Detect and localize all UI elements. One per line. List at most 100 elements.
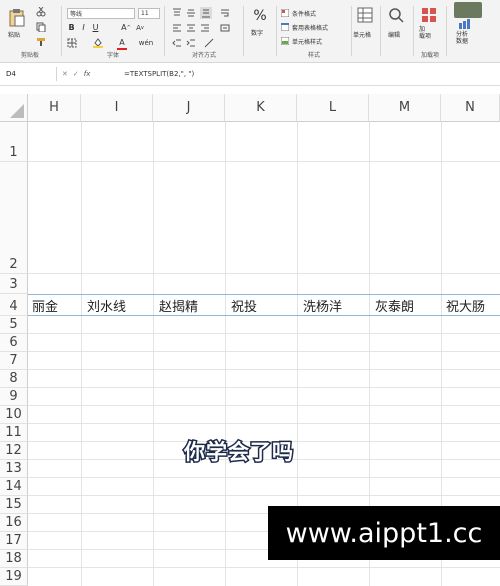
cell-l4[interactable]: 洗杨洋 <box>301 294 342 316</box>
fill-color-icon[interactable] <box>93 38 103 48</box>
row-header-2[interactable]: 2 <box>0 162 28 274</box>
cells-group: 单元格 <box>353 2 379 60</box>
increase-indent-icon[interactable] <box>186 38 196 48</box>
wrap-text-icon[interactable] <box>220 8 230 18</box>
column-header-k[interactable]: K <box>225 94 297 122</box>
underline-button[interactable]: U <box>91 22 100 33</box>
conditional-format-button[interactable]: 条件格式 <box>292 9 316 18</box>
cell-styles-icon[interactable] <box>281 37 289 45</box>
copy-icon[interactable] <box>36 22 46 32</box>
cell-j4[interactable]: 赵揭精 <box>157 294 198 316</box>
row-header-8[interactable]: 8 <box>0 370 28 388</box>
align-center-icon[interactable] <box>186 23 196 33</box>
decrease-font-button[interactable]: Av <box>135 22 145 33</box>
table-format-button[interactable]: 套用表格格式 <box>292 23 328 32</box>
fx-label[interactable]: fx <box>84 70 91 78</box>
font-group: 等线 11 B I U A ^ Av A wén 字体 <box>63 2 163 60</box>
number-format-label[interactable]: 数字 <box>251 28 263 37</box>
row-header-1[interactable]: 1 <box>0 122 28 162</box>
row-header-18[interactable]: 18 <box>0 550 28 568</box>
row-header-17[interactable]: 17 <box>0 532 28 550</box>
align-right-icon[interactable] <box>200 23 210 33</box>
column-header-h[interactable]: H <box>28 94 81 122</box>
editing-label[interactable]: 编辑 <box>388 30 400 39</box>
editing-group: 编辑 <box>382 2 412 60</box>
cells-icon[interactable] <box>357 7 373 23</box>
analysis-group: 分析 数据 <box>448 2 500 60</box>
font-group-label: 字体 <box>106 52 119 59</box>
font-name-select[interactable]: 等线 <box>67 8 135 19</box>
row-header-9[interactable]: 9 <box>0 388 28 406</box>
alignment-group: 对齐方式 <box>166 2 242 60</box>
addins-button-label[interactable]: 加 载项 <box>419 26 431 40</box>
row-header-12[interactable]: 12 <box>0 442 28 460</box>
orientation-icon[interactable] <box>204 38 214 48</box>
column-header-l[interactable]: L <box>297 94 369 122</box>
ribbon-spacer <box>0 86 500 94</box>
paste-icon[interactable] <box>8 8 26 28</box>
avatar-thumbnail <box>454 2 482 18</box>
styles-group: 条件格式 套用表格格式 单元格样式 样式 <box>278 2 350 60</box>
row-header-3[interactable]: 3 <box>0 274 28 294</box>
row-header-15[interactable]: 15 <box>0 496 28 514</box>
ribbon: 粘贴 剪贴板 等线 11 B I U A^ Av A wén 字体 对齐方式 <box>0 0 500 63</box>
row-header-7[interactable]: 7 <box>0 352 28 370</box>
analyze-data-button[interactable]: 分析 数据 <box>456 31 468 45</box>
row-header-4[interactable]: 4 <box>0 294 28 316</box>
formula-input[interactable]: =TEXTSPLIT(B2,", ") <box>124 67 194 81</box>
row-header-5[interactable]: 5 <box>0 316 28 334</box>
alignment-group-label: 对齐方式 <box>191 52 216 59</box>
formula-bar: D4 ✕ ✓ fx =TEXTSPLIT(B2,", ") <box>0 63 500 86</box>
number-group: % 数字 <box>245 2 275 60</box>
row-header-6[interactable]: 6 <box>0 334 28 352</box>
align-middle-icon[interactable] <box>186 8 196 18</box>
column-header-j[interactable]: J <box>153 94 225 122</box>
merge-center-icon[interactable] <box>220 23 230 33</box>
cell-h4[interactable]: 丽金 <box>30 294 58 316</box>
select-all-corner[interactable] <box>0 94 28 122</box>
row-header-14[interactable]: 14 <box>0 478 28 496</box>
formula-bar-controls: ✕ ✓ fx <box>62 67 90 81</box>
cell-n4[interactable]: 祝大肠 <box>444 294 485 316</box>
paste-label: 粘贴 <box>8 32 21 39</box>
name-box[interactable]: D4 <box>3 67 57 81</box>
phonetic-button[interactable]: wén <box>139 37 153 48</box>
addins-group: 加 载项 加载项 <box>415 2 445 60</box>
enter-icon[interactable]: ✓ <box>73 70 79 78</box>
increase-font-button[interactable]: A ^ <box>121 22 131 33</box>
cell-styles-button[interactable]: 单元格样式 <box>292 37 322 46</box>
column-header-n[interactable]: N <box>441 94 500 122</box>
align-bottom-icon[interactable] <box>200 7 212 19</box>
cell-i4[interactable]: 刘水线 <box>85 294 126 316</box>
addins-group-label: 加载项 <box>420 52 439 59</box>
align-left-icon[interactable] <box>172 23 182 33</box>
bold-button[interactable]: B <box>67 22 76 33</box>
cells-label[interactable]: 单元格 <box>353 30 371 39</box>
format-painter-icon[interactable] <box>36 37 46 47</box>
row-header-16[interactable]: 16 <box>0 514 28 532</box>
search-icon[interactable] <box>388 7 404 23</box>
conditional-format-icon[interactable] <box>281 9 289 17</box>
cancel-icon[interactable]: ✕ <box>62 70 68 78</box>
addins-icon[interactable] <box>421 7 437 23</box>
percent-icon[interactable]: % <box>251 8 269 24</box>
cut-icon[interactable] <box>36 7 46 17</box>
cell-m4[interactable]: 灰泰朗 <box>373 294 414 316</box>
font-color-button[interactable]: A <box>117 37 127 50</box>
clipboard-group-label: 剪贴板 <box>20 52 39 59</box>
font-size-select[interactable]: 11 <box>138 8 160 19</box>
column-header-i[interactable]: I <box>81 94 153 122</box>
row-header-13[interactable]: 13 <box>0 460 28 478</box>
align-top-icon[interactable] <box>172 8 182 18</box>
row-header-19[interactable]: 19 <box>0 568 28 586</box>
column-header-m[interactable]: M <box>369 94 441 122</box>
row-header-11[interactable]: 11 <box>0 424 28 442</box>
italic-button[interactable]: I <box>79 22 88 33</box>
row-header-10[interactable]: 10 <box>0 406 28 424</box>
cell-k4[interactable]: 祝投 <box>229 294 257 316</box>
border-icon[interactable] <box>67 38 77 48</box>
video-caption: 你学会了吗 <box>183 439 295 466</box>
analyze-data-icon[interactable] <box>458 19 472 29</box>
decrease-indent-icon[interactable] <box>172 38 182 48</box>
table-format-icon[interactable] <box>281 23 289 31</box>
